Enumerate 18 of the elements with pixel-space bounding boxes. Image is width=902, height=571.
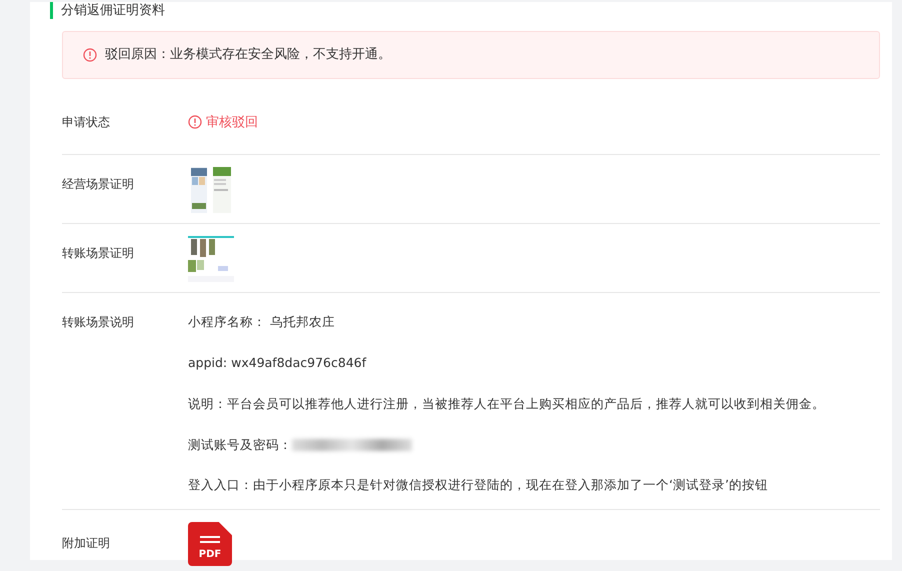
field-label: 申请状态: [62, 114, 111, 130]
description-line: 测试账号及密码：: [188, 436, 825, 454]
status-text: 审核驳回: [188, 112, 258, 132]
pdf-file-icon[interactable]: PDF: [188, 522, 232, 566]
warning-icon: [83, 48, 97, 62]
section-title: 分销返佣证明资料: [50, 2, 880, 19]
warning-icon: [188, 115, 202, 130]
description-line: appid: wx49af8dac976c846f: [188, 354, 368, 372]
description-line: 登入入口：由于小程序原本只是针对微信授权进行登陆的，现在在登入那添加了一个‘测试登录’的按钮: [188, 476, 769, 494]
description-line: 小程序名称： 乌托邦农庄: [188, 313, 336, 332]
screenshot-thumbnail[interactable]: [188, 236, 234, 282]
alert-text: 驳回原因：业务模式存在安全风险，不支持开通。: [105, 46, 391, 64]
field-label: 转账场景说明: [62, 314, 135, 332]
screenshot-thumbnail[interactable]: [188, 167, 234, 214]
description-line: 说明：平台会员可以推荐他人进行注册，当被推荐人在平台上购买相应的产品后，推荐人就可以收到相关佣金。: [188, 394, 825, 413]
field-label: 附加证明: [62, 535, 111, 552]
field-label: 转账场景证明: [62, 245, 135, 262]
field-label: 经营场景证明: [62, 176, 135, 194]
